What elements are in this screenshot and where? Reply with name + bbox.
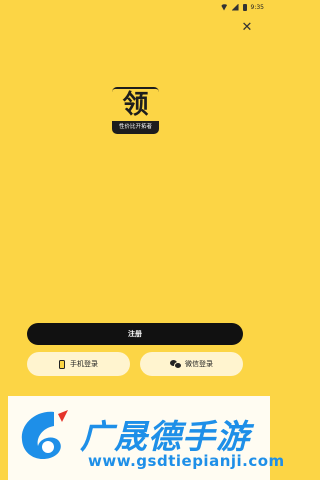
register-button[interactable]: 注册 [27,323,243,345]
watermark-title: 广晟德手游 [80,417,250,456]
watermark-logo-icon [21,410,68,460]
phone-login-button[interactable]: 手机登录 [27,352,130,376]
logo-glyph: 领 [112,89,159,121]
status-time: 9:35 [250,3,264,11]
battery-icon [242,3,247,11]
phone-login-label: 手机登录 [70,360,98,368]
status-bar: 9:35 [0,0,270,14]
app-logo: 领 性价比开拓者 [112,87,159,134]
logo-caption: 性价比开拓者 [118,124,152,130]
close-icon[interactable]: ✕ [240,20,254,34]
watermark-url: www.gsdtiepianji.com [88,452,285,470]
wechat-login-label: 微信登录 [185,360,213,368]
signal-icon [231,3,239,11]
wechat-login-button[interactable]: 微信登录 [140,352,243,376]
wechat-icon [170,360,182,369]
wifi-icon [220,4,228,11]
watermark-overlay: 广晟德手游 www.gsdtiepianji.com [8,396,284,480]
phone-icon [59,359,65,369]
